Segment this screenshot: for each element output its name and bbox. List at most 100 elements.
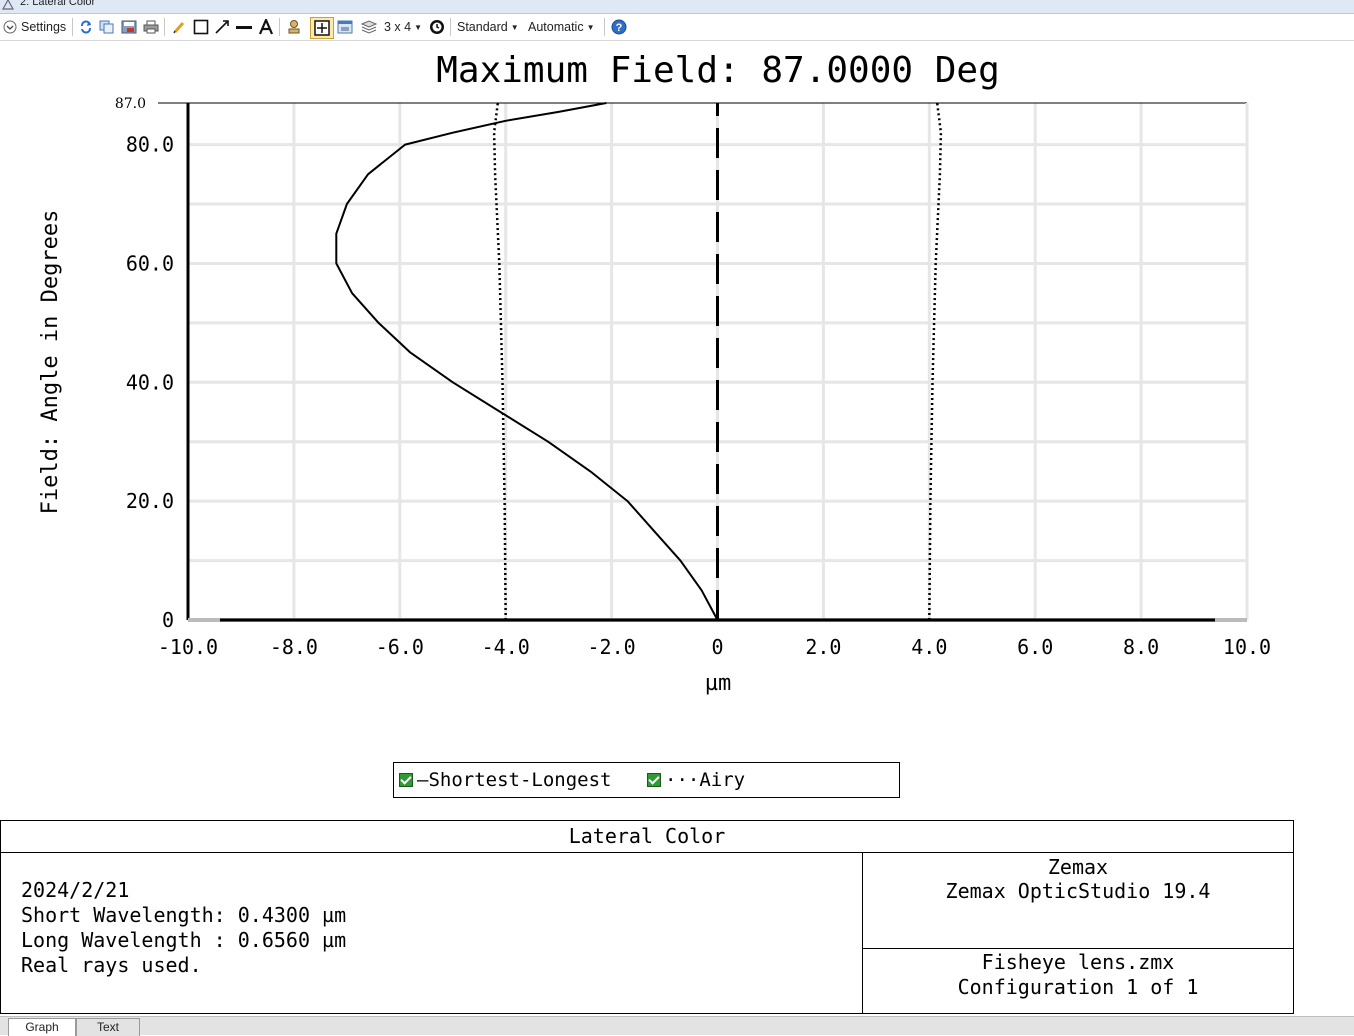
chart-axes xyxy=(158,102,1249,622)
checkbox-icon[interactable] xyxy=(647,773,661,787)
print-button[interactable] xyxy=(142,18,160,36)
lateral-color-plot: Maximum Field: 87.0000 Deg -10.0 -8.0 -6.0… xyxy=(38,50,1271,696)
window-icon xyxy=(337,20,353,34)
legend-label: Airy xyxy=(699,769,746,791)
info-rays: Real rays used. xyxy=(21,953,202,977)
copy-button[interactable] xyxy=(98,18,116,36)
window-title: 2: Lateral Color xyxy=(20,0,96,8)
x-tick-label: -6.0 xyxy=(376,635,424,659)
info-company: Zemax xyxy=(1047,855,1109,879)
info-panel: Lateral Color 2024/2/21 Short Wavelength:… xyxy=(0,820,1294,1014)
legend-item-airy[interactable]: ··· Airy xyxy=(647,769,745,791)
refresh-icon xyxy=(81,20,91,34)
refresh-button[interactable] xyxy=(78,18,94,36)
rectangle-icon xyxy=(193,19,209,35)
legend-item-shortest-longest[interactable]: — Shortest-Longest xyxy=(399,769,611,791)
x-tick-label: 0 xyxy=(711,635,723,659)
y-tick-label: 80.0 xyxy=(126,133,174,157)
x-tick-label: 2.0 xyxy=(805,635,841,659)
tab-graph[interactable]: Graph xyxy=(8,1018,76,1036)
legend-label: Shortest-Longest xyxy=(428,769,612,791)
info-long-wavelength: Long Wavelength : 0.6560 µm xyxy=(21,928,347,952)
chart-ticks: -10.0 -8.0 -6.0 -4.0 -2.0 0 2.0 4.0 6.0 8.0 10.0 0 2… xyxy=(115,96,1271,659)
info-details: 2024/2/21 Short Wavelength: 0.4300 µm Long… xyxy=(21,878,346,978)
chevron-down-icon xyxy=(3,20,17,34)
clock-button[interactable] xyxy=(428,18,446,36)
info-file: Fisheye lens.zmx xyxy=(981,950,1175,974)
pencil-button[interactable] xyxy=(170,18,188,36)
series-line-airy xyxy=(928,102,943,621)
x-axis-label: µm xyxy=(705,671,732,696)
legend-symbol: ··· xyxy=(665,769,700,791)
toolbar-separator xyxy=(164,18,165,36)
copy-icon xyxy=(99,20,114,34)
info-title: Lateral Color xyxy=(1,821,1293,853)
layers-icon xyxy=(361,20,377,34)
grid-dropdown-label: 3 x 4 xyxy=(384,20,412,34)
chart-series xyxy=(335,102,943,621)
automatic-dropdown[interactable]: Automatic ▼ xyxy=(528,18,595,36)
series-line-shortest-longest xyxy=(335,102,719,621)
toolbar-separator xyxy=(450,18,451,36)
series-line-airy xyxy=(492,102,507,621)
chart-legend: — Shortest-Longest ··· Airy xyxy=(393,762,900,798)
info-product: Zemax OpticStudio 19.4 xyxy=(945,879,1211,903)
window-titlebar: 2: Lateral Color xyxy=(0,0,1354,14)
stamp-button[interactable] xyxy=(285,18,303,36)
info-software: Zemax Zemax OpticStudio 19.4 xyxy=(863,855,1293,903)
x-tick-label: 6.0 xyxy=(1017,635,1053,659)
tab-text[interactable]: Text xyxy=(76,1018,140,1036)
layout-icon xyxy=(314,20,330,36)
stamp-icon xyxy=(288,20,300,34)
arrow-button[interactable] xyxy=(213,18,231,36)
chevron-down-icon: ▼ xyxy=(510,22,519,32)
toolbar: Settings 3 x 4 ▼ Standard ▼ Automatic ▼ … xyxy=(0,14,1354,41)
info-date: 2024/2/21 xyxy=(21,878,130,902)
view-tabs: Graph Text xyxy=(0,1016,1354,1036)
grid-dropdown[interactable]: 3 x 4 ▼ xyxy=(384,18,422,36)
save-icon xyxy=(121,20,137,34)
y-tick-label: 0 xyxy=(162,608,174,632)
info-divider xyxy=(863,948,1293,949)
y-tick-label: 20.0 xyxy=(126,489,174,513)
analysis-window-icon xyxy=(2,0,14,10)
x-tick-label: 8.0 xyxy=(1123,635,1159,659)
text-icon xyxy=(258,19,274,35)
x-tick-label: -4.0 xyxy=(482,635,530,659)
window-button[interactable] xyxy=(336,18,354,36)
settings-button[interactable]: Settings xyxy=(3,18,66,36)
y-tick-label: 40.0 xyxy=(126,370,174,394)
toolbar-separator xyxy=(279,18,280,36)
arrow-icon xyxy=(215,20,229,34)
checkbox-icon[interactable] xyxy=(399,773,413,787)
layers-button[interactable] xyxy=(360,18,378,36)
save-button[interactable] xyxy=(120,18,138,36)
layout-button[interactable] xyxy=(310,17,334,39)
y-tick-label: 60.0 xyxy=(126,251,174,275)
help-icon: ? xyxy=(611,19,627,35)
line-button[interactable] xyxy=(235,18,253,36)
rectangle-button[interactable] xyxy=(192,18,210,36)
info-short-wavelength: Short Wavelength: 0.4300 µm xyxy=(21,903,347,927)
print-icon xyxy=(143,20,159,34)
svg-text:?: ? xyxy=(616,22,623,34)
text-button[interactable] xyxy=(257,18,275,36)
standard-dropdown[interactable]: Standard ▼ xyxy=(457,18,519,36)
chart-title: Maximum Field: 87.0000 Deg xyxy=(436,50,1000,91)
pencil-icon xyxy=(173,22,185,34)
info-configuration: Configuration 1 of 1 xyxy=(957,975,1199,999)
y-max-label: 87.0 xyxy=(115,96,146,112)
help-button[interactable]: ? xyxy=(610,18,628,36)
x-tick-label: -2.0 xyxy=(588,635,636,659)
chevron-down-icon: ▼ xyxy=(586,22,595,32)
legend-symbol: — xyxy=(417,769,429,791)
x-tick-label: -10.0 xyxy=(158,635,218,659)
info-file-block: Fisheye lens.zmx Configuration 1 of 1 xyxy=(863,950,1293,1000)
x-tick-label: 4.0 xyxy=(911,635,947,659)
toolbar-separator xyxy=(604,18,605,36)
toolbar-separator xyxy=(72,18,73,36)
chevron-down-icon: ▼ xyxy=(414,22,423,32)
clock-icon xyxy=(430,20,444,34)
x-tick-label: -8.0 xyxy=(270,635,318,659)
automatic-dropdown-label: Automatic xyxy=(528,20,584,34)
